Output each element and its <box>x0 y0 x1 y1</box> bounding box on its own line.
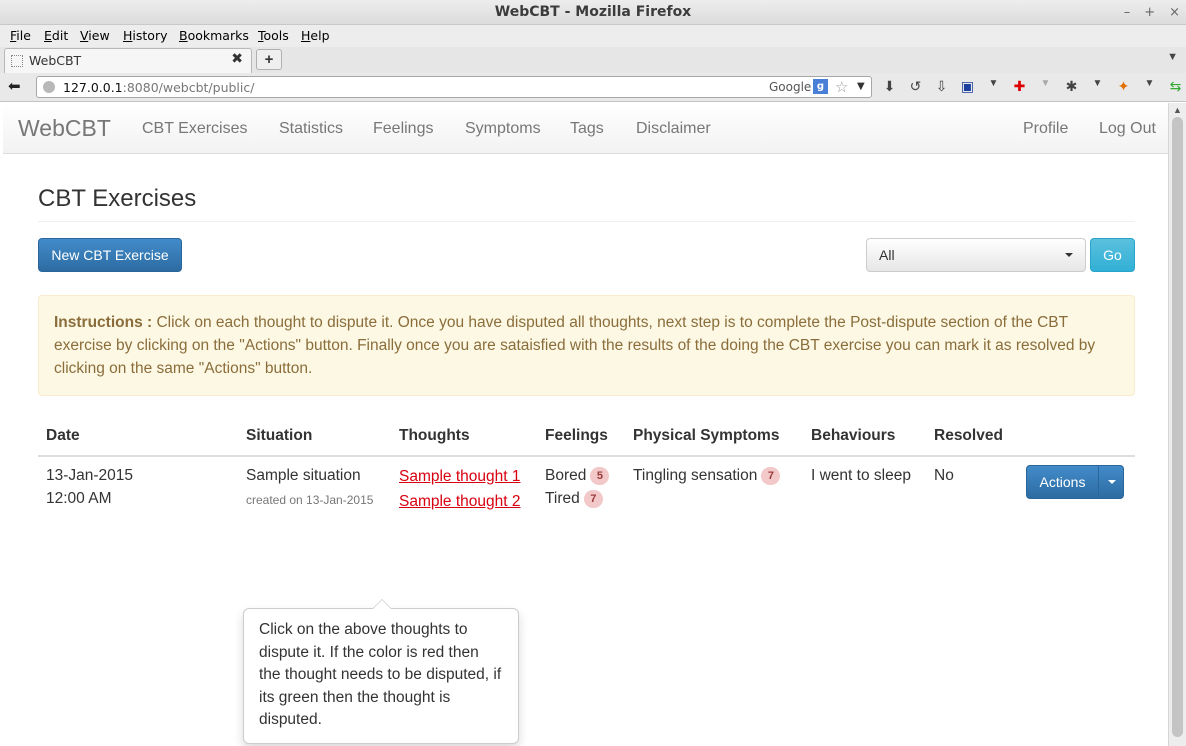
nav-symptoms[interactable]: Symptoms <box>465 120 541 138</box>
menu-bookmarks[interactable]: Bookmarks <box>179 28 249 43</box>
nav-feelings[interactable]: Feelings <box>373 120 433 138</box>
addon-red-cross-icon[interactable]: ✚ <box>1010 78 1029 95</box>
feeling-item: Bored 5 <box>545 467 610 485</box>
menu-help[interactable]: Help <box>301 28 330 43</box>
nav-disclaimer[interactable]: Disclaimer <box>636 120 711 138</box>
close-window-button[interactable]: × <box>1169 0 1180 25</box>
menu-file[interactable]: File <box>10 28 31 43</box>
back-arrow-icon[interactable]: ⬅ <box>8 77 21 95</box>
column-header-feelings: Feelings <box>545 427 608 444</box>
nav-statistics[interactable]: Statistics <box>279 120 343 138</box>
new-cbt-exercise-button[interactable]: New CBT Exercise <box>38 238 182 272</box>
thought-link-1[interactable]: Sample thought 1 <box>399 468 521 486</box>
column-header-thoughts: Thoughts <box>399 427 470 444</box>
minimize-button[interactable]: – <box>1124 0 1131 25</box>
navigation-toolbar: ⬅ 127.0.0.1:8080/webcbt/public/ Google g… <box>0 73 1186 102</box>
scrollbar-thumb[interactable] <box>1172 117 1183 737</box>
download-icon[interactable]: ⬇ <box>880 78 899 95</box>
column-header-physical-symptoms: Physical Symptoms <box>633 427 780 444</box>
instructions-label: Instructions : <box>54 314 153 331</box>
app-navbar: WebCBT CBT Exercises Statistics Feelings… <box>3 103 1168 154</box>
tab-title: WebCBT <box>29 53 82 68</box>
menu-tools[interactable]: Tools <box>258 28 289 43</box>
column-header-resolved: Resolved <box>934 427 1003 444</box>
scroll-up-arrow-icon[interactable]: ▲ <box>1173 105 1182 115</box>
filter-selected-value: All <box>879 247 895 263</box>
tab-webcbt[interactable]: WebCBT ✖ <box>4 48 252 73</box>
feeling-intensity-badge: 7 <box>583 490 603 508</box>
symptom-intensity-badge: 7 <box>761 467 781 485</box>
addon-menu-chevron-down-icon[interactable]: ▼ <box>1036 78 1055 95</box>
nav-logout[interactable]: Log Out <box>1099 120 1156 138</box>
url-history-chevron-down-icon[interactable]: ▼ <box>857 81 865 92</box>
caret-down-icon <box>1065 253 1073 257</box>
column-header-date: Date <box>46 427 80 444</box>
brand-link[interactable]: WebCBT <box>18 115 111 142</box>
row-resolved: No <box>934 467 954 484</box>
save-menu-chevron-down-icon[interactable]: ▼ <box>984 78 1003 95</box>
addon-firebug-menu-chevron-down-icon[interactable]: ▼ <box>1140 78 1159 95</box>
popover-text: Click on the above thoughts to dispute i… <box>259 621 502 728</box>
google-search-icon[interactable]: g <box>813 79 828 94</box>
vertical-scrollbar[interactable]: ▲ <box>1168 103 1186 746</box>
page-title: CBT Exercises <box>38 185 197 212</box>
header-divider <box>38 221 1135 222</box>
feeling-intensity-badge: 5 <box>590 467 610 485</box>
menu-history[interactable]: History <box>123 28 167 43</box>
symptom-item: Tingling sensation 7 <box>633 467 781 485</box>
tab-close-icon[interactable]: ✖ <box>231 51 243 67</box>
new-tab-button[interactable]: + <box>256 49 282 70</box>
row-behaviour: I went to sleep <box>811 467 911 484</box>
menu-edit[interactable]: Edit <box>44 28 68 43</box>
row-time: 12:00 AM <box>46 490 112 507</box>
row-created-date: created on 13-Jan-2015 <box>246 493 374 507</box>
addon-bug-icon[interactable]: ✱ <box>1062 78 1081 95</box>
symptom-name: Tingling sensation <box>633 467 758 484</box>
nav-cbt-exercises[interactable]: CBT Exercises <box>142 120 248 138</box>
table-header-divider <box>38 455 1135 457</box>
window-title: WebCBT - Mozilla Firefox <box>494 4 692 20</box>
search-engine-label[interactable]: Google <box>769 80 811 94</box>
column-header-behaviours: Behaviours <box>811 427 896 444</box>
url-bar[interactable]: 127.0.0.1:8080/webcbt/public/ Google g ☆… <box>36 76 872 98</box>
actions-button[interactable]: Actions <box>1027 466 1098 498</box>
page-favicon-icon <box>11 55 23 67</box>
save-icon[interactable]: ▣ <box>958 78 977 95</box>
nav-profile[interactable]: Profile <box>1023 120 1068 138</box>
feeling-name: Bored <box>545 467 587 484</box>
go-button[interactable]: Go <box>1090 238 1135 272</box>
actions-split-button: Actions <box>1026 465 1124 499</box>
row-date: 13-Jan-2015 <box>46 467 134 484</box>
bookmark-star-icon[interactable]: ☆ <box>835 78 848 96</box>
globe-icon <box>43 81 55 93</box>
popover-arrow <box>372 599 392 609</box>
downloads-arrow-icon[interactable]: ⇩ <box>932 78 951 95</box>
addon-bug-menu-chevron-down-icon[interactable]: ▼ <box>1088 78 1107 95</box>
filter-select[interactable]: All <box>866 238 1086 272</box>
column-header-situation: Situation <box>246 427 313 444</box>
feeling-item: Tired 7 <box>545 490 603 508</box>
menu-bar: File Edit View History Bookmarks Tools H… <box>0 25 1186 47</box>
maximize-button[interactable]: + <box>1144 0 1155 25</box>
menu-view[interactable]: View <box>80 28 110 43</box>
instructions-alert: Instructions : Click on each thought to … <box>38 295 1135 396</box>
page-viewport: WebCBT CBT Exercises Statistics Feelings… <box>3 103 1168 746</box>
nav-tags[interactable]: Tags <box>570 120 604 138</box>
actions-dropdown-caret-icon[interactable] <box>1098 466 1123 498</box>
addon-firebug-icon[interactable]: ✦ <box>1114 78 1133 95</box>
instructions-text: Click on each thought to dispute it. Onc… <box>54 314 1096 377</box>
thought-link-2[interactable]: Sample thought 2 <box>399 493 521 511</box>
window-controls: – + × <box>1124 0 1180 25</box>
tab-bar: WebCBT ✖ + ▼ <box>0 47 1186 73</box>
tab-list-chevron-down-icon[interactable]: ▼ <box>1167 51 1178 63</box>
row-situation: Sample situation <box>246 467 361 484</box>
sync-arrows-icon[interactable]: ⇆ <box>1166 78 1185 95</box>
url-text[interactable]: 127.0.0.1:8080/webcbt/public/ <box>63 80 254 95</box>
reload-icon[interactable]: ↺ <box>906 78 925 95</box>
feeling-name: Tired <box>545 490 580 507</box>
thoughts-help-popover: Click on the above thoughts to dispute i… <box>243 599 519 744</box>
toolbar-icons: ⬇ ↺ ⇩ ▣ ▼ ✚ ▼ ✱ ▼ ✦ ▼ ⇆ <box>880 78 1185 95</box>
window-titlebar: WebCBT - Mozilla Firefox – + × <box>0 0 1186 25</box>
